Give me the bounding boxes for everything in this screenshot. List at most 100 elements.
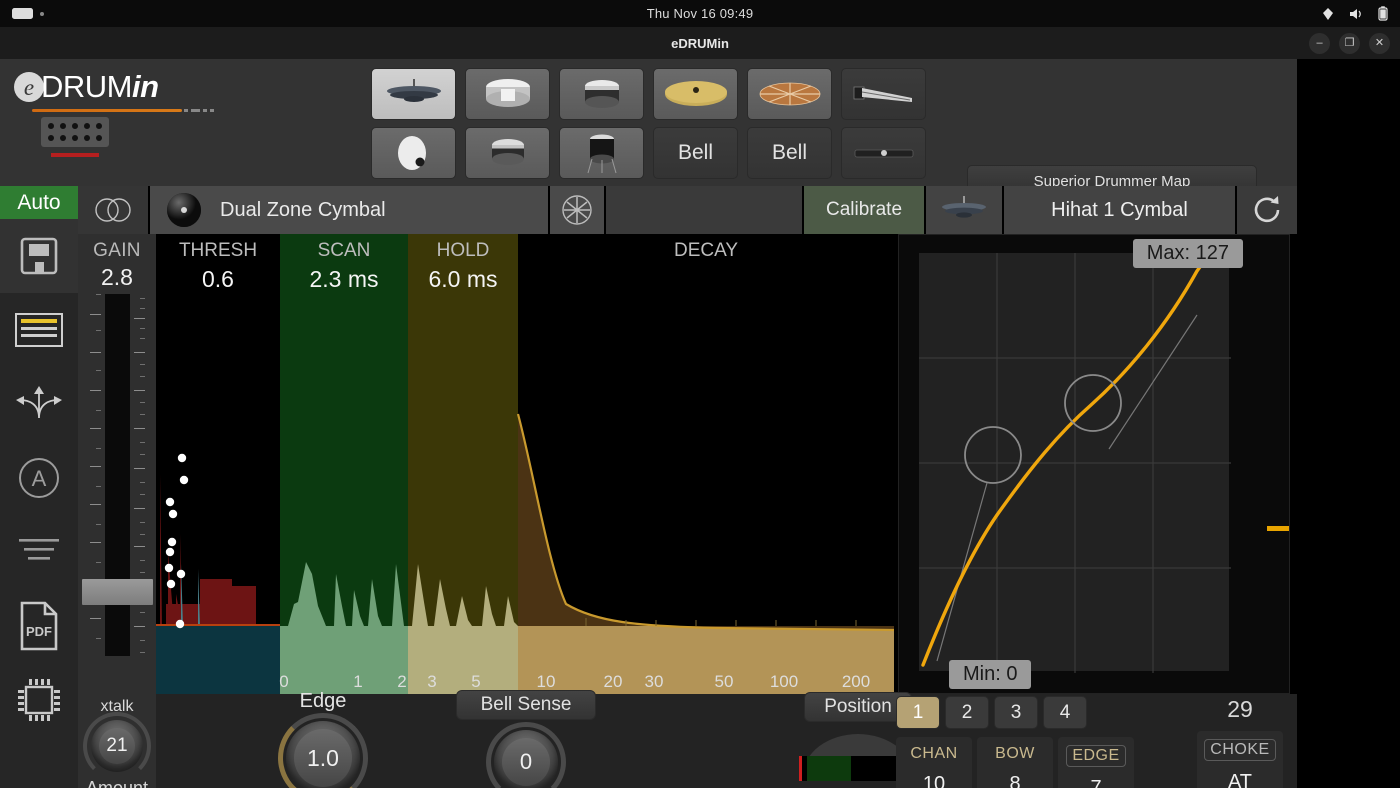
bell-sense-group: Bell Sense 0 CY-15R [456,690,596,788]
trigger-scope: GAIN 2.8 THRESH 0.6 SCAN 2.3 ms HOLD 6.0… [78,234,894,694]
drum-head-icon [397,136,426,170]
instrument-bell2-pad[interactable]: Bell [747,127,832,179]
gain-label: GAIN [93,240,141,261]
field-bow[interactable]: BOW 8 [977,737,1053,788]
header-spacer [606,186,802,234]
venn-button[interactable] [78,186,148,234]
instrument-bell1-pad[interactable]: Bell [653,127,738,179]
gain-value: 2.8 [101,264,133,290]
logo-swoosh-dots [184,109,214,112]
zone-tab-1[interactable]: 1 [896,696,940,729]
sidebar-auto-button[interactable]: Auto [0,186,78,219]
instrument-bar-pad[interactable] [841,127,926,179]
circle-a-icon: A [19,458,59,498]
ride-cymbal-icon [664,81,727,106]
network-icon[interactable] [1321,7,1335,21]
field-edge-key[interactable]: EDGE [1066,745,1126,767]
crash-cymbal-icon [759,82,820,106]
reload-button[interactable] [1237,186,1297,234]
device-type-selector[interactable]: Dual Zone Cymbal [150,186,548,234]
instrument-pedal-pad[interactable] [841,68,926,120]
sidebar-item-save-preset[interactable] [0,219,78,293]
bell-sense-button[interactable]: Bell Sense [456,690,596,720]
field-chan[interactable]: CHAN 10 [896,737,972,788]
preset-name[interactable]: Hihat 1 Cymbal [1004,186,1235,234]
instrument-floortom-pad[interactable] [559,127,644,179]
device-active-underline [51,153,99,157]
zone-tab-2[interactable]: 2 [945,696,989,729]
sidebar-item-manual[interactable]: PDF [0,589,78,663]
field-edge[interactable]: EDGE 7 [1058,737,1134,788]
cymbal-icon [167,193,201,227]
zone-tabs: 1 2 3 4 CHAN 10 BOW 8 EDGE 7 [896,696,1134,788]
zone-tab-4[interactable]: 4 [1043,696,1087,729]
sidebar-item-pad-list[interactable] [0,293,78,367]
curve-canvas[interactable] [919,253,1231,673]
svg-text:PDF: PDF [26,624,52,639]
pdf-icon: PDF [20,601,58,651]
hihat-icon [942,196,986,218]
axis-tick: 50 [714,672,734,691]
sidebar-item-levels[interactable] [0,515,78,589]
field-bow-key: BOW [995,745,1035,762]
gain-fader-track[interactable] [105,294,130,672]
field-edge-value: 7 [1090,777,1102,788]
tom-icon [491,139,524,165]
xtalk-value: 21 [106,735,128,756]
bottom-controls: xtalk 21 Amount Edge 1.0 Scaler Bell Sen… [78,656,1297,788]
window-title-bar: eDRUMin – ❐ ✕ [0,27,1400,59]
edge-knob[interactable]: 1.0 [278,713,368,788]
curve-max-label[interactable]: Max: 127 [1132,239,1243,268]
axis-tick: 3 [427,672,437,691]
xtalk-knob[interactable]: 21 [83,712,151,780]
bell-sense-value: 0 [519,749,533,774]
battery-icon[interactable] [1378,6,1388,21]
sidebar-item-about[interactable]: A [0,441,78,515]
overlapping-circles-icon [95,198,131,222]
waveform-display[interactable]: THRESH 0.6 SCAN 2.3 ms HOLD 6.0 ms DECAY [156,234,894,694]
preset-icon-button[interactable] [926,186,1002,234]
svg-text:A: A [32,466,47,491]
list-icon [15,313,63,347]
instrument-hihat-pad[interactable] [371,68,456,120]
sidebar-item-firmware[interactable] [0,663,78,737]
axis-tick: 20 [603,672,623,691]
instrument-snare-pad[interactable] [465,68,550,120]
instrument-ride-pad[interactable] [653,68,738,120]
os-clock: Thu Nov 16 09:49 [646,6,754,21]
sidebar-item-routing[interactable] [0,367,78,441]
velocity-curve-panel[interactable]: Max: 127 Min: 0 [898,234,1290,694]
tom-icon [584,80,619,108]
gain-ticks-left [89,294,101,672]
bell-sense-knob[interactable]: 0 [486,722,566,788]
velocity-indicator [1267,526,1289,531]
field-choke-key[interactable]: CHOKE [1204,739,1276,761]
axis-tick: 5 [471,672,481,691]
kick-pedal-icon [853,86,912,102]
instrument-tom2-pad[interactable] [465,127,550,179]
instrument-selector: Bell Bell [371,68,926,186]
hihat-icon [386,79,441,102]
logo-swoosh [32,109,182,112]
gain-column: GAIN 2.8 [78,234,156,694]
app-logo: e DRUMin [14,68,344,112]
instrument-rim-pad[interactable] [371,127,456,179]
volume-icon[interactable] [1349,7,1364,21]
choke-group: 29 CHOKE AT [1186,696,1294,788]
instrument-tom-pad[interactable] [559,68,644,120]
field-choke-value: AT [1227,771,1253,788]
calibrate-button[interactable]: Calibrate [804,186,924,234]
refresh-icon [1254,196,1280,223]
zone-tab-3[interactable]: 3 [994,696,1038,729]
maximize-button[interactable]: ❐ [1339,32,1360,54]
curve-min-label[interactable]: Min: 0 [949,660,1032,689]
instrument-crash-pad[interactable] [747,68,832,120]
minimize-button[interactable]: – [1309,32,1330,54]
close-button[interactable]: ✕ [1369,32,1390,54]
edge-value: 1.0 [307,744,339,771]
field-choke[interactable]: CHOKE AT [1197,731,1283,788]
manufacturer-button[interactable] [550,186,604,234]
edge-label: Edge [299,690,347,712]
gain-fader-handle[interactable] [82,579,153,605]
app-root: Thu Nov 16 09:49 eDRUMin – ❐ ✕ e DRUMin … [0,0,1400,788]
